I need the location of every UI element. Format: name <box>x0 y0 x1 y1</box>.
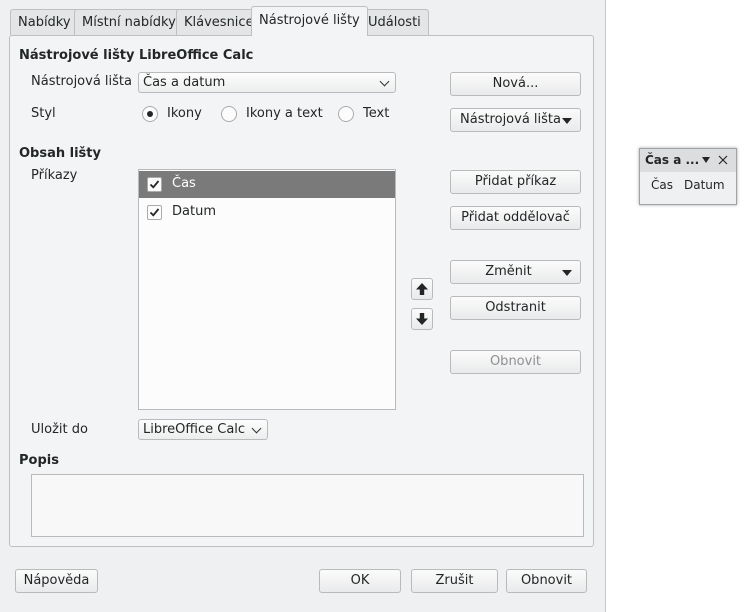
toolbar-label: Nástrojová lišta <box>31 74 132 89</box>
contents-title: Obsah lišty <box>19 146 101 161</box>
dropdown-arrow-icon <box>562 118 572 124</box>
tab-events[interactable]: Události <box>360 9 429 35</box>
toolbar-item-date[interactable]: Datum <box>684 178 725 192</box>
list-item-label: Datum <box>172 204 216 219</box>
tab-keyboard[interactable]: Klávesnice <box>176 9 262 35</box>
reset-command-button[interactable]: Obnovit <box>450 350 581 374</box>
radio-icons-and-text-label: Ikony a text <box>246 106 323 121</box>
reset-button[interactable]: Obnovit <box>506 569 587 593</box>
checkbox-checked-icon[interactable] <box>147 177 162 192</box>
checkbox-checked-icon[interactable] <box>147 205 162 220</box>
close-icon[interactable] <box>718 155 728 165</box>
chevron-down-icon <box>251 423 262 434</box>
arrow-down-icon <box>416 313 428 325</box>
floating-toolbar-title: Čas a ... <box>645 153 700 167</box>
arrow-up-icon <box>416 283 428 295</box>
delete-button[interactable]: Odstranit <box>450 296 581 320</box>
list-item[interactable]: Čas <box>139 171 395 198</box>
commands-list[interactable]: Čas Datum <box>138 169 396 410</box>
radio-text-label: Text <box>363 106 390 121</box>
list-item[interactable]: Datum <box>139 199 395 226</box>
list-item-label: Čas <box>172 176 196 191</box>
tab-context-menus[interactable]: Místní nabídky <box>74 9 184 35</box>
radio-icons-and-text[interactable] <box>221 106 237 122</box>
description-title: Popis <box>19 453 59 468</box>
add-separator-button[interactable]: Přidat oddělovač <box>450 206 581 230</box>
radio-icons-label: Ikony <box>167 106 202 121</box>
toolbar-select-value: Čas a datum <box>143 75 226 90</box>
radio-text[interactable] <box>338 106 354 122</box>
add-command-button[interactable]: Přidat příkaz <box>450 170 581 194</box>
customize-dialog: Nabídky Místní nabídky Klávesnice Nástro… <box>0 0 606 612</box>
radio-icons[interactable] <box>142 106 158 122</box>
chevron-down-icon <box>379 76 390 87</box>
help-button[interactable]: Nápověda <box>15 569 98 593</box>
save-in-label: Uložit do <box>31 422 88 437</box>
floating-toolbar-titlebar[interactable]: Čas a ... <box>640 149 736 172</box>
section-title: Nástrojové lišty LibreOffice Calc <box>19 48 254 63</box>
dropdown-arrow-icon <box>562 270 572 276</box>
move-up-button[interactable] <box>411 278 433 300</box>
toolbar-item-time[interactable]: Čas <box>651 178 673 192</box>
new-toolbar-button[interactable]: Nová... <box>450 72 581 96</box>
toolbar-menu-label: Nástrojová lišta <box>460 112 561 127</box>
toolbar-menu-button[interactable]: Nástrojová lišta <box>450 108 581 132</box>
cancel-button[interactable]: Zrušit <box>411 569 498 593</box>
save-in-select[interactable]: LibreOffice Calc <box>138 419 268 440</box>
ok-button[interactable]: OK <box>319 569 401 593</box>
save-in-value: LibreOffice Calc <box>143 422 246 437</box>
toolbar-select[interactable]: Čas a datum <box>138 72 396 93</box>
description-box <box>31 474 584 537</box>
commands-label: Příkazy <box>31 168 78 183</box>
modify-label: Změnit <box>485 264 532 279</box>
dropdown-arrow-icon[interactable] <box>702 157 710 163</box>
floating-toolbar: Čas a ... Čas Datum <box>639 148 737 205</box>
move-down-button[interactable] <box>411 308 433 330</box>
modify-button[interactable]: Změnit <box>450 260 581 284</box>
style-label: Styl <box>31 106 56 121</box>
tab-menus[interactable]: Nabídky <box>10 9 79 35</box>
tab-toolbars[interactable]: Nástrojové lišty <box>251 6 368 36</box>
